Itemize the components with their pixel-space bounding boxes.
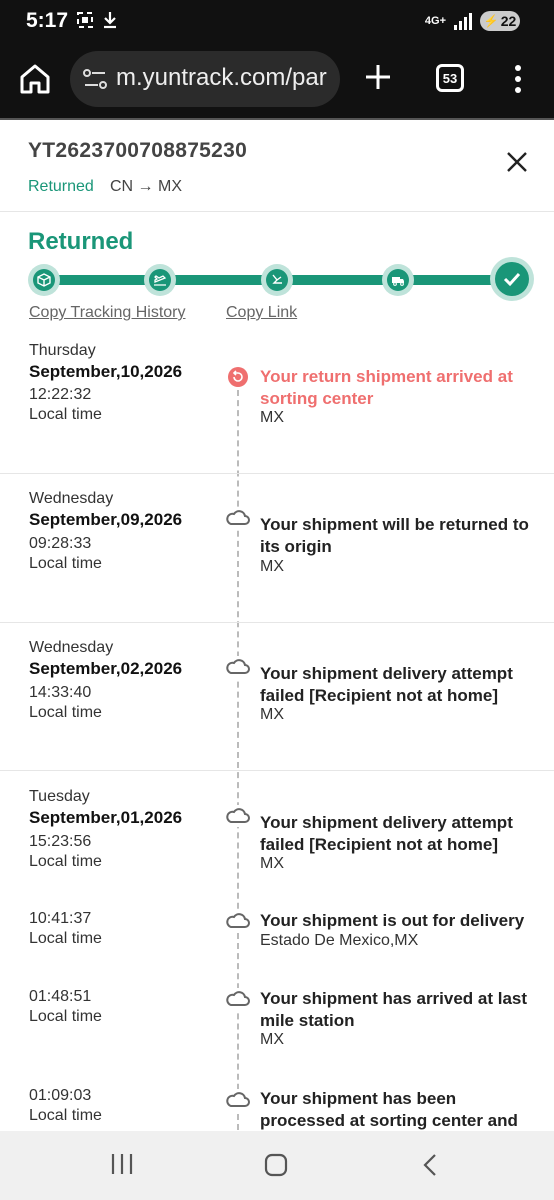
cloud-icon [225,805,251,827]
network-type: 4G+ [424,15,446,27]
status-bar: 5:17 4G+ ⚡ 22 [0,0,554,42]
event-timezone: Local time [29,930,102,947]
event-location: MX [260,409,284,426]
back-icon[interactable] [422,1153,438,1177]
divider [0,211,554,212]
event-timezone: Local time [29,555,102,572]
event-time: 10:41:37 [29,910,92,927]
browser-toolbar: m.yuntrack.com/par 53 [0,42,554,120]
event-day: Wednesday [29,639,114,656]
tab-count: 53 [442,70,458,86]
step-customs [261,264,293,296]
event-date: September,10,2026 [29,362,183,381]
copy-link-link[interactable]: Copy Link [226,304,297,322]
screenshot-icon [77,12,93,28]
download-icon [104,12,116,29]
event-time: 14:33:40 [29,684,92,701]
new-tab-icon[interactable] [364,62,392,92]
truck-icon [392,277,404,286]
event-timezone: Local time [29,1107,102,1124]
cloud-icon [225,507,251,529]
event-title: Your return shipment arrived at sorting … [260,367,513,408]
divider [0,770,554,771]
event-timezone: Local time [29,406,102,423]
system-nav-bar [0,1131,554,1200]
battery-level: 22 [500,13,517,29]
event-date: September,09,2026 [29,510,183,529]
event-day: Tuesday [29,788,90,805]
event-date: September,02,2026 [29,659,183,678]
copy-tracking-history-link[interactable]: Copy Tracking History [29,304,186,322]
url-text[interactable]: m.yuntrack.com/par [116,64,327,92]
plane-icon [154,275,167,286]
event-time: 15:23:56 [29,833,92,850]
step-complete [490,257,534,301]
package-icon [37,273,51,287]
event-timezone: Local time [29,704,102,721]
step-transit [144,264,176,296]
event-title: Your shipment will be returned to its or… [260,515,529,556]
address-bar[interactable]: m.yuntrack.com/par [70,51,340,107]
step-delivery [382,264,414,296]
timeline-line [237,380,239,1130]
recent-apps-icon[interactable] [110,1153,134,1175]
step-package [28,264,60,296]
event-timezone: Local time [29,1008,102,1025]
home-button-icon[interactable] [264,1153,288,1177]
return-icon [225,366,251,388]
close-icon[interactable] [505,150,529,174]
cloud-icon [225,988,251,1010]
event-time: 01:48:51 [29,988,92,1005]
divider [0,473,554,474]
current-status: Returned [28,228,134,255]
tab-switcher-button[interactable]: 53 [436,64,464,92]
event-location: MX [260,1031,284,1048]
cloud-icon [225,910,251,932]
status-label: Returned [28,178,94,195]
event-location: MX [260,706,284,723]
charging-icon: ⚡ [483,14,499,28]
divider [0,622,554,623]
signal-icon [454,13,472,30]
more-menu-icon[interactable] [510,64,526,94]
check-icon [503,272,521,287]
event-title: Your shipment has been processed at sort… [260,1089,518,1130]
event-location: MX [260,855,284,872]
battery-indicator: ⚡ 22 [480,11,520,31]
route-label: CN → MX [110,178,182,195]
event-day: Wednesday [29,490,114,507]
progress-tracker [28,257,534,301]
event-title: Your shipment is out for delivery [260,911,525,930]
event-title: Your shipment has arrived at last mile s… [260,989,528,1030]
tracking-number: YT2623700708875230 [28,139,248,162]
event-timezone: Local time [29,853,102,870]
event-time: 01:09:03 [29,1087,92,1104]
home-icon[interactable] [18,62,52,96]
customs-icon [272,274,282,284]
event-location: MX [260,558,284,575]
cloud-icon [225,656,251,678]
event-location: Estado De Mexico,MX [260,932,419,949]
event-title: Your shipment delivery attempt failed [R… [260,664,513,705]
site-settings-icon[interactable] [82,67,108,91]
event-time: 12:22:32 [29,386,92,403]
event-date: September,01,2026 [29,808,183,827]
event-day: Thursday [29,342,96,359]
event-time: 09:28:33 [29,535,92,552]
cloud-icon [225,1089,251,1111]
status-time: 5:17 [26,9,69,32]
event-title: Your shipment delivery attempt failed [R… [260,813,513,854]
